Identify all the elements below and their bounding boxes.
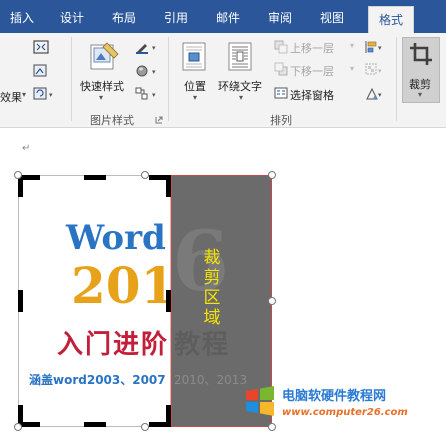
crop-handle-top-right-v[interactable] [166, 175, 171, 197]
selection-pane-label[interactable]: 选择窗格 [290, 87, 334, 103]
resize-handle-top-right[interactable] [268, 171, 276, 179]
picture-title-word: Word [66, 218, 166, 258]
ribbon: ▾ 效果 ▾ 快速样式 ▾ ▾ ▾ ▾ 图片样式 位置 ▾ 环绕文字 ▾ 上移一… [0, 33, 446, 128]
picture-kept-region: Word 201 入门进阶 涵盖word2003、2007 [18, 175, 171, 427]
site-watermark: 电脑软硬件教程网 www.computer26.com [240, 385, 446, 439]
change-picture-icon[interactable] [32, 63, 50, 79]
compress-pictures-icon[interactable] [32, 39, 50, 55]
svg-text:▾: ▾ [152, 44, 156, 52]
wrap-text-dropdown-icon[interactable]: ▾ [239, 93, 243, 102]
quick-styles-label[interactable]: 快速样式 [80, 78, 124, 94]
windows-logo-icon [246, 386, 274, 416]
svg-text:▾: ▾ [152, 68, 156, 76]
selected-picture[interactable]: Word 201 入门进阶 涵盖word2003、2007 6 教程 2010、… [14, 171, 276, 431]
tab-references[interactable]: 引用 [156, 0, 196, 33]
resize-handle-middle-right[interactable] [268, 297, 276, 305]
tab-mailings[interactable]: 邮件 [208, 0, 248, 33]
svg-text:▾: ▾ [378, 91, 382, 99]
picture-title-year: 201 [71, 256, 171, 315]
bring-forward-dropdown-icon: ▾ [350, 41, 355, 50]
watermark-url: www.computer26.com [282, 407, 408, 418]
crop-dropdown-icon[interactable]: ▾ [418, 90, 422, 99]
svg-text:▾: ▾ [49, 91, 53, 99]
position-label[interactable]: 位置 [184, 78, 206, 94]
picture-cover-text-cropped: 2010、2013 [174, 373, 248, 387]
arrange-group-label: 排列 [270, 114, 292, 127]
align-icon[interactable]: ▾ [364, 39, 386, 55]
selection-pane-icon[interactable] [274, 86, 288, 100]
send-backward-icon [274, 62, 288, 76]
picture-layout-icon[interactable]: ▾ [134, 86, 160, 102]
crop-button[interactable]: 裁剪 ▾ [402, 37, 440, 103]
picture-cover-text: 涵盖word2003、2007 [29, 373, 166, 387]
resize-handle-bottom-left[interactable] [14, 423, 22, 431]
position-icon[interactable] [180, 41, 210, 73]
wrap-text-label[interactable]: 环绕文字 [218, 78, 262, 94]
crop-icon [410, 43, 432, 65]
crop-handle-middle-right[interactable] [166, 290, 171, 312]
send-backward-label: 下移一层 [290, 65, 334, 78]
picture-effects-icon[interactable]: ▾ [134, 63, 160, 79]
tab-view[interactable]: 视图 [312, 0, 352, 33]
picture-styles-group-label: 图片样式 [90, 114, 134, 127]
group-separator [71, 37, 72, 121]
crop-handle-middle-left[interactable] [18, 290, 23, 312]
position-dropdown-icon[interactable]: ▾ [193, 93, 197, 102]
dialog-launcher-icon[interactable] [155, 116, 163, 124]
resize-handle-bottom-center[interactable] [141, 423, 149, 431]
paragraph-mark: ↵ [22, 143, 31, 154]
quick-styles-dropdown-icon[interactable]: ▾ [99, 93, 103, 102]
quick-styles-icon[interactable] [88, 41, 120, 75]
effects-button-label[interactable]: 效果 [0, 89, 22, 105]
tab-insert[interactable]: 插入 [4, 0, 40, 33]
rotate-icon[interactable]: ▾ [364, 86, 386, 102]
svg-text:▾: ▾ [378, 44, 382, 52]
group-separator [396, 37, 397, 121]
picture-border-icon[interactable]: ▾ [134, 39, 160, 55]
group-objects-icon: ▾ [365, 63, 382, 75]
crop-handle-bottom-right-v[interactable] [166, 405, 171, 427]
watermark-site-name: 电脑软硬件教程网 [282, 389, 387, 404]
reset-picture-icon[interactable]: ▾ [32, 86, 56, 102]
crop-area-label: 裁剪区域 [203, 248, 221, 328]
picture-subtitle-cropped: 教程 [174, 330, 231, 360]
effects-dropdown-icon[interactable]: ▾ [22, 90, 26, 99]
tab-design[interactable]: 设计 [52, 0, 92, 33]
crop-handle-bottom-middle[interactable] [84, 422, 106, 427]
tab-layout[interactable]: 布局 [104, 0, 144, 33]
resize-handle-top-left[interactable] [14, 171, 22, 179]
bring-forward-label: 上移一层 [290, 42, 334, 55]
ribbon-tab-bar: 插入 设计 布局 引用 邮件 审阅 视图 格式 [0, 0, 446, 33]
tab-review[interactable]: 审阅 [260, 0, 300, 33]
tab-format[interactable]: 格式 [368, 6, 414, 33]
bring-forward-icon [274, 40, 288, 54]
picture-subtitle: 入门进阶 [57, 330, 170, 360]
group-separator [168, 37, 169, 121]
svg-text:▾: ▾ [378, 67, 382, 75]
send-backward-dropdown-icon: ▾ [350, 64, 355, 73]
svg-text:▾: ▾ [152, 91, 156, 99]
crop-handle-top-middle[interactable] [84, 175, 106, 180]
resize-handle-top-center[interactable] [141, 171, 149, 179]
wrap-text-icon[interactable] [226, 41, 258, 73]
